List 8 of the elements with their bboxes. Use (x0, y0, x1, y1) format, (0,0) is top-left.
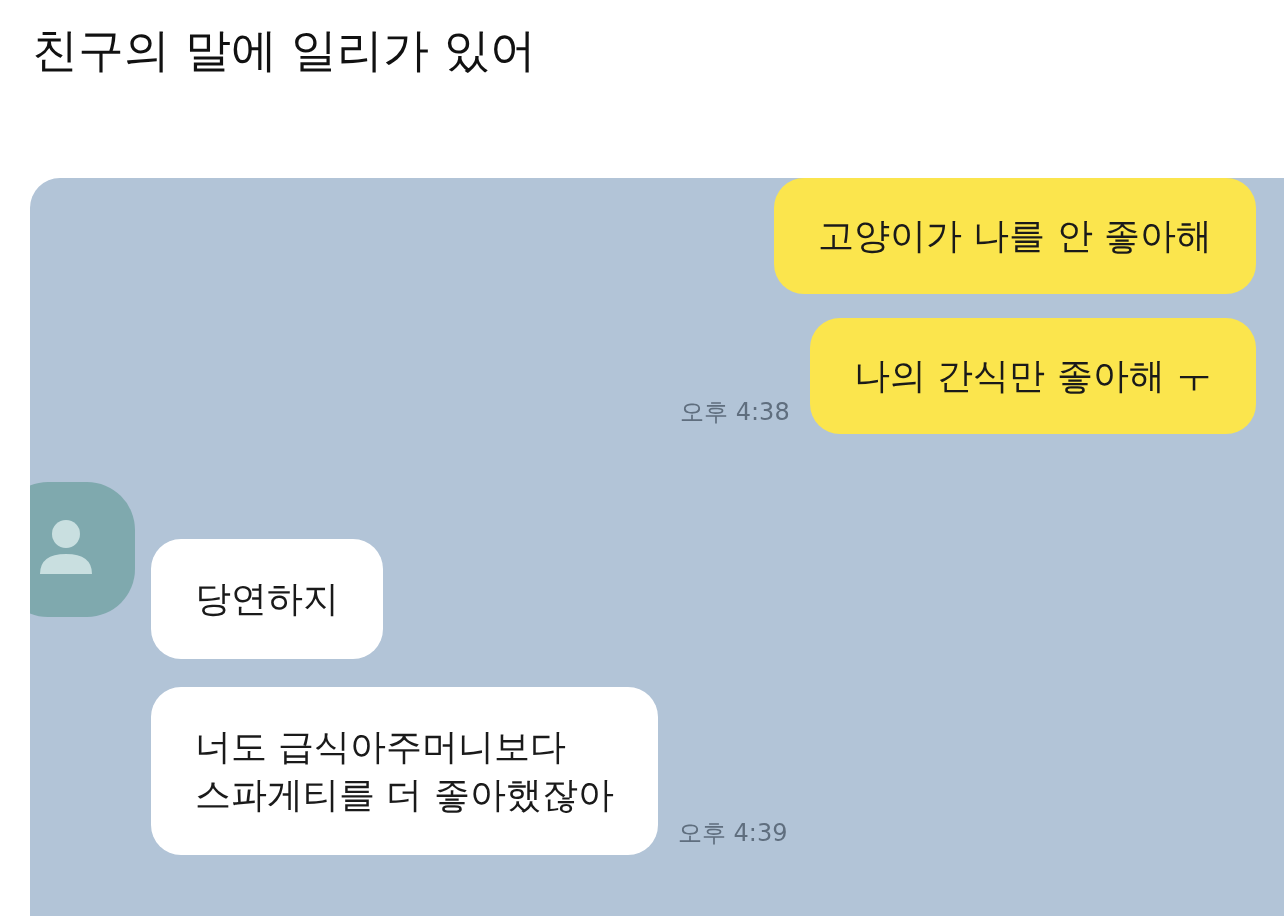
message-bubble: 고양이가 나를 안 좋아해 (773, 178, 1256, 294)
avatar-icon (30, 482, 135, 617)
message-bubble: 나의 간식만 좋아해 ㅜ (809, 318, 1256, 434)
message-bubble: 당연하지 (151, 539, 383, 659)
post-title: 친구의 말에 일리가 있어 (31, 22, 537, 79)
message-time: 오후 4:39 (677, 818, 788, 849)
message-bubble: 너도 급식아주머니보다 스파게티를 더 좋아했잖아 (151, 687, 658, 855)
message-time: 오후 4:38 (680, 397, 790, 428)
